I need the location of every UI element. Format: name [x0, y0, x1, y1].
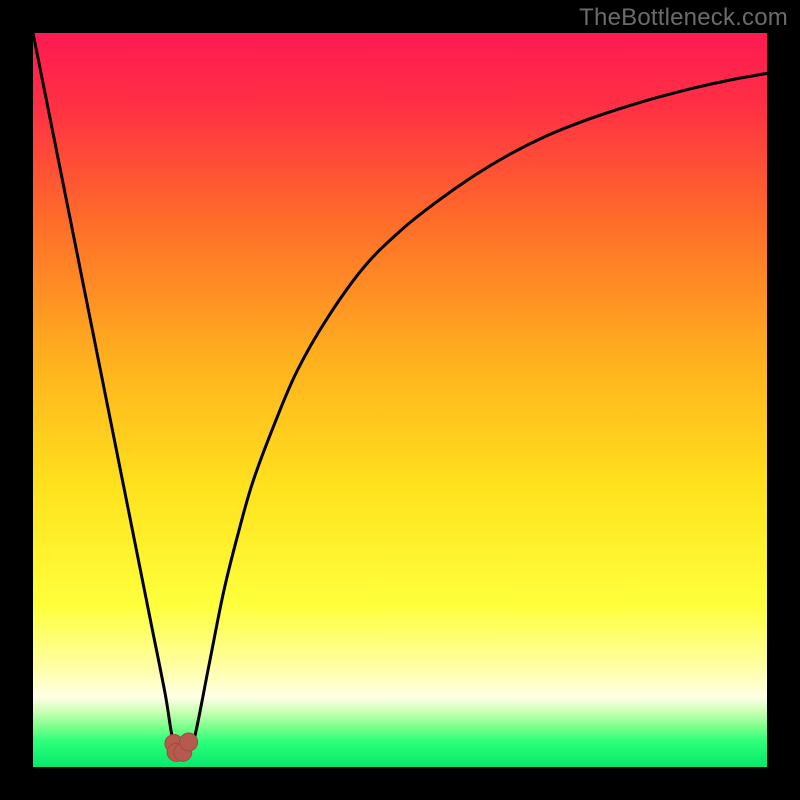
- chart-svg: [33, 33, 767, 767]
- chart-frame: TheBottleneck.com: [0, 0, 800, 800]
- valley-marker: [180, 733, 198, 751]
- watermark-text: TheBottleneck.com: [579, 4, 788, 32]
- gradient-background: [33, 33, 767, 767]
- bottleneck-chart: [33, 33, 767, 767]
